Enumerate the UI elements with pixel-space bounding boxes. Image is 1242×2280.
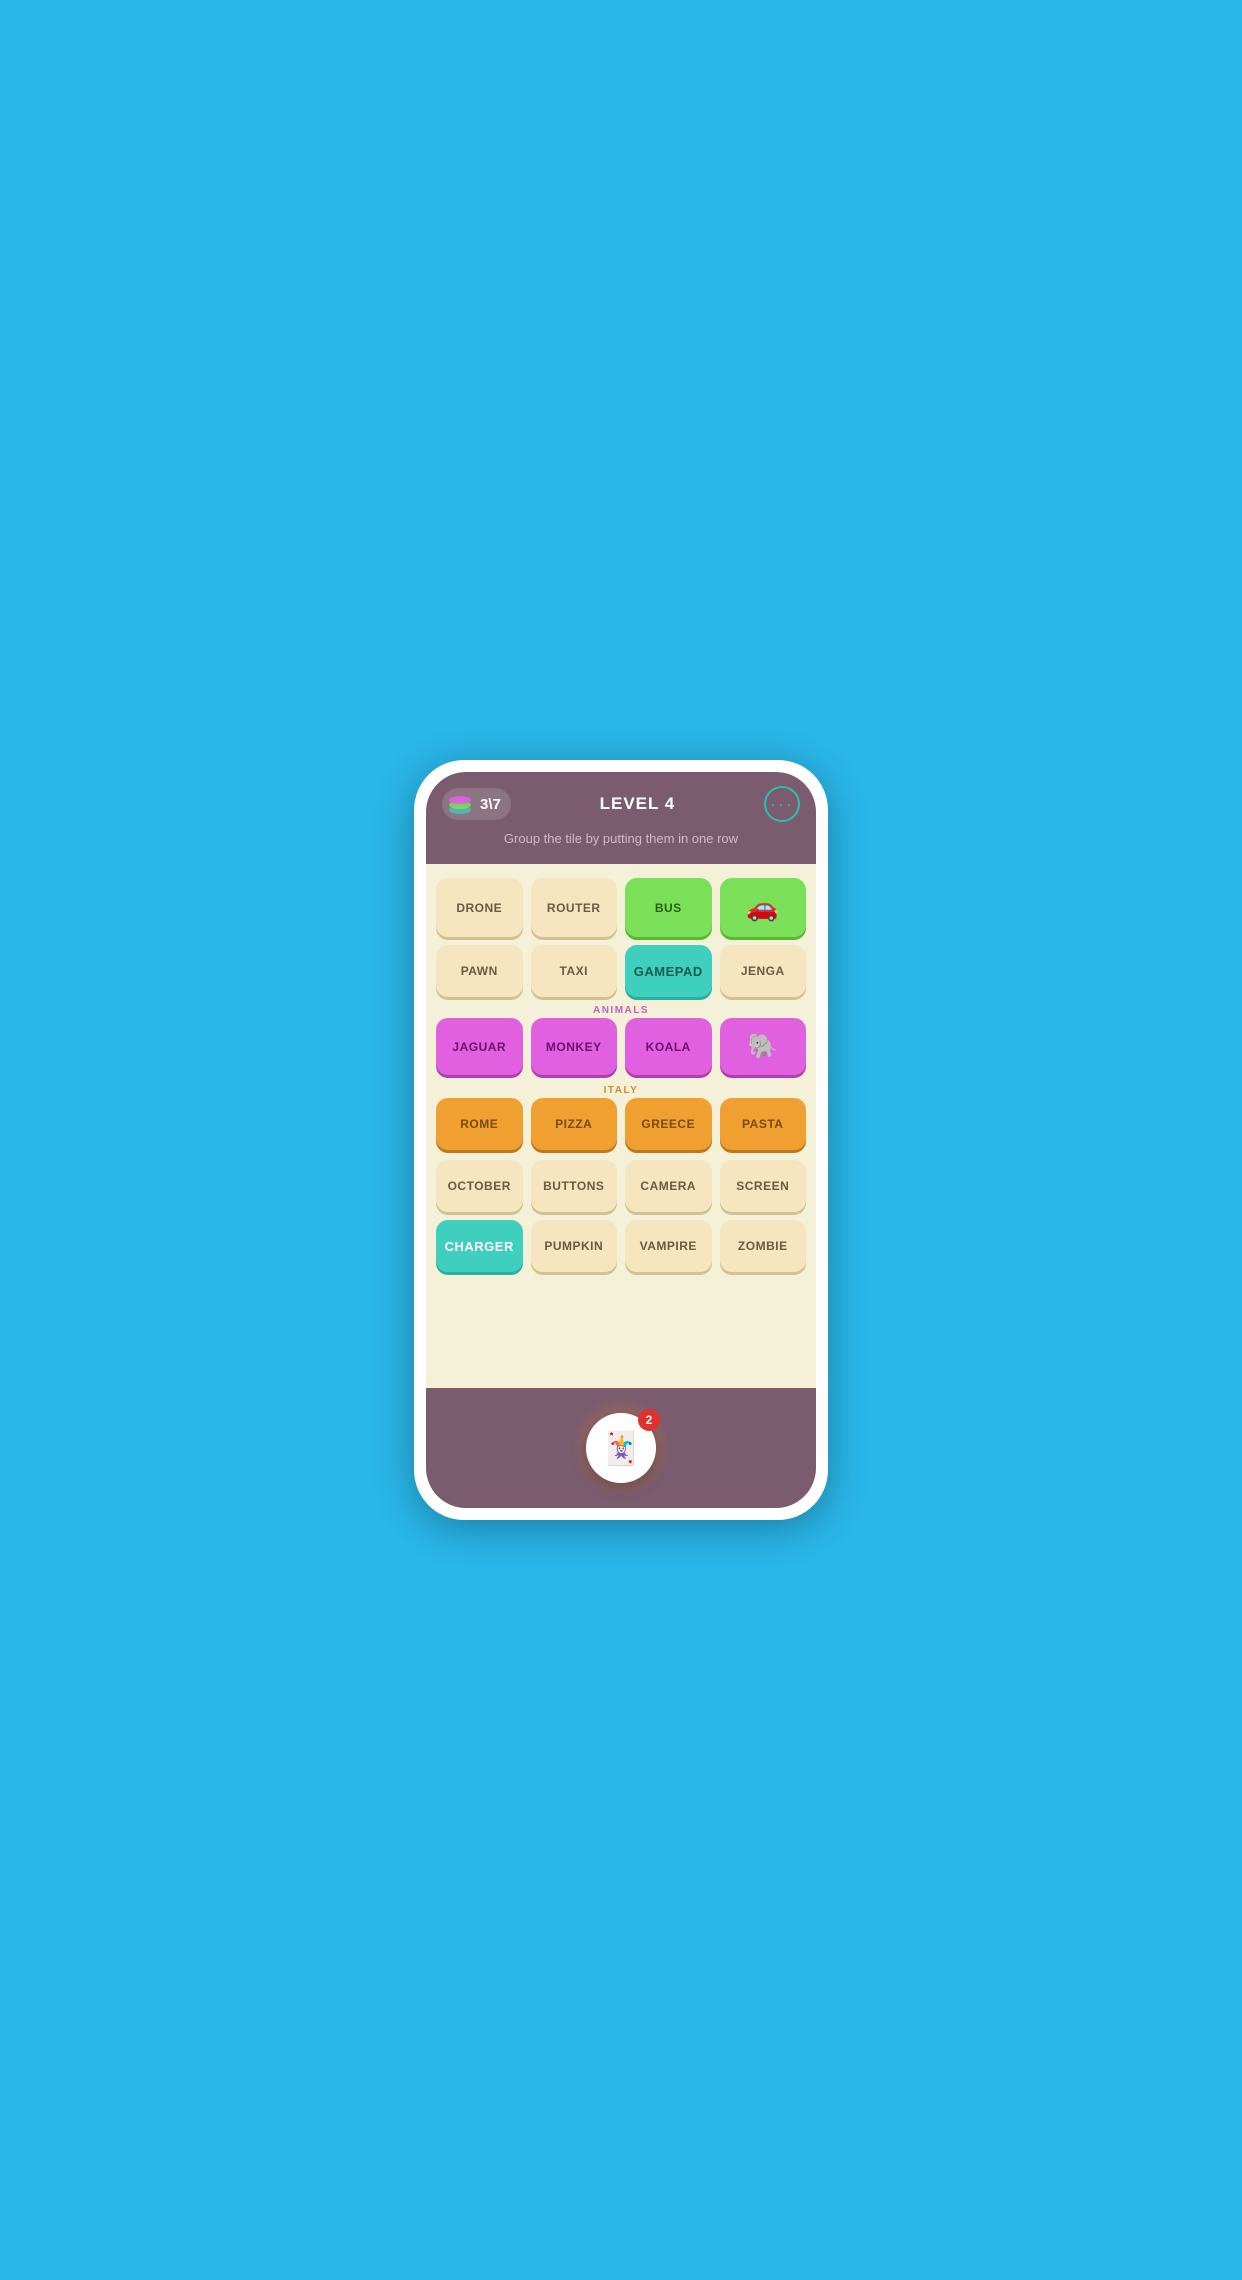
header: 3\7 LEVEL 4 ··· Group the tile by puttin… — [426, 772, 816, 864]
tile-camera[interactable]: CAMERA — [625, 1160, 712, 1212]
tile-vampire[interactable]: VAMPIRE — [625, 1220, 712, 1272]
tile-car-icon[interactable]: 🚗 — [720, 878, 807, 937]
row-6: CHARGER PUMPKIN VAMPIRE ZOMBIE — [436, 1220, 806, 1272]
tile-pawn[interactable]: PAWN — [436, 945, 523, 997]
tile-bus[interactable]: BUS — [625, 878, 712, 937]
tile-pizza[interactable]: PIZZA — [531, 1098, 618, 1150]
score-display: 3\7 — [480, 796, 501, 813]
game-area: DRONE ROUTER BUS 🚗 PAWN TAXI GAMEPAD JEN… — [426, 864, 816, 1388]
tile-pasta[interactable]: PASTA — [720, 1098, 807, 1150]
header-top: 3\7 LEVEL 4 ··· — [442, 786, 800, 822]
tile-pumpkin[interactable]: PUMPKIN — [531, 1220, 618, 1272]
tile-monkey[interactable]: MONKEY — [531, 1018, 618, 1075]
tile-gamepad[interactable]: GAMEPAD — [625, 945, 712, 997]
hint-icon: 🃏 — [601, 1429, 641, 1467]
tile-charger[interactable]: CHARGER — [436, 1220, 523, 1272]
tile-elephant-icon[interactable]: 🐘 — [720, 1018, 807, 1075]
animals-category: ANIMALS JAGUAR MONKEY KOALA 🐘 — [436, 1005, 806, 1075]
phone-inner: 3\7 LEVEL 4 ··· Group the tile by puttin… — [426, 772, 816, 1508]
level-title: LEVEL 4 — [600, 794, 676, 814]
italy-label: ITALY — [436, 1085, 806, 1096]
tile-router[interactable]: ROUTER — [531, 878, 618, 937]
tile-zombie[interactable]: ZOMBIE — [720, 1220, 807, 1272]
hint-button[interactable]: 🃏 2 — [586, 1413, 656, 1483]
layers-icon — [446, 792, 474, 816]
row-5: OCTOBER BUTTONS CAMERA SCREEN — [436, 1160, 806, 1212]
phone-frame: 3\7 LEVEL 4 ··· Group the tile by puttin… — [414, 760, 828, 1520]
tile-screen[interactable]: SCREEN — [720, 1160, 807, 1212]
tile-buttons[interactable]: BUTTONS — [531, 1160, 618, 1212]
hint-count-badge: 2 — [638, 1409, 660, 1431]
tile-october[interactable]: OCTOBER — [436, 1160, 523, 1212]
tile-jenga[interactable]: JENGA — [720, 945, 807, 997]
italy-tiles: ROME PIZZA GREECE PASTA — [436, 1098, 806, 1150]
tile-koala[interactable]: KOALA — [625, 1018, 712, 1075]
row-2: PAWN TAXI GAMEPAD JENGA — [436, 945, 806, 997]
tile-drone[interactable]: DRONE — [436, 878, 523, 937]
animals-tiles: JAGUAR MONKEY KOALA 🐘 — [436, 1018, 806, 1075]
tile-greece[interactable]: GREECE — [625, 1098, 712, 1150]
tile-taxi[interactable]: TAXI — [531, 945, 618, 997]
menu-dots-icon: ··· — [770, 795, 794, 813]
animals-label: ANIMALS — [436, 1005, 806, 1016]
tile-jaguar[interactable]: JAGUAR — [436, 1018, 523, 1075]
menu-button[interactable]: ··· — [764, 786, 800, 822]
row-1: DRONE ROUTER BUS 🚗 — [436, 878, 806, 937]
bottom-area: 🃏 2 — [426, 1388, 816, 1508]
score-badge: 3\7 — [442, 788, 511, 820]
tile-rome[interactable]: ROME — [436, 1098, 523, 1150]
instruction-text: Group the tile by putting them in one ro… — [504, 830, 738, 848]
italy-category: ITALY ROME PIZZA GREECE PASTA — [436, 1085, 806, 1150]
